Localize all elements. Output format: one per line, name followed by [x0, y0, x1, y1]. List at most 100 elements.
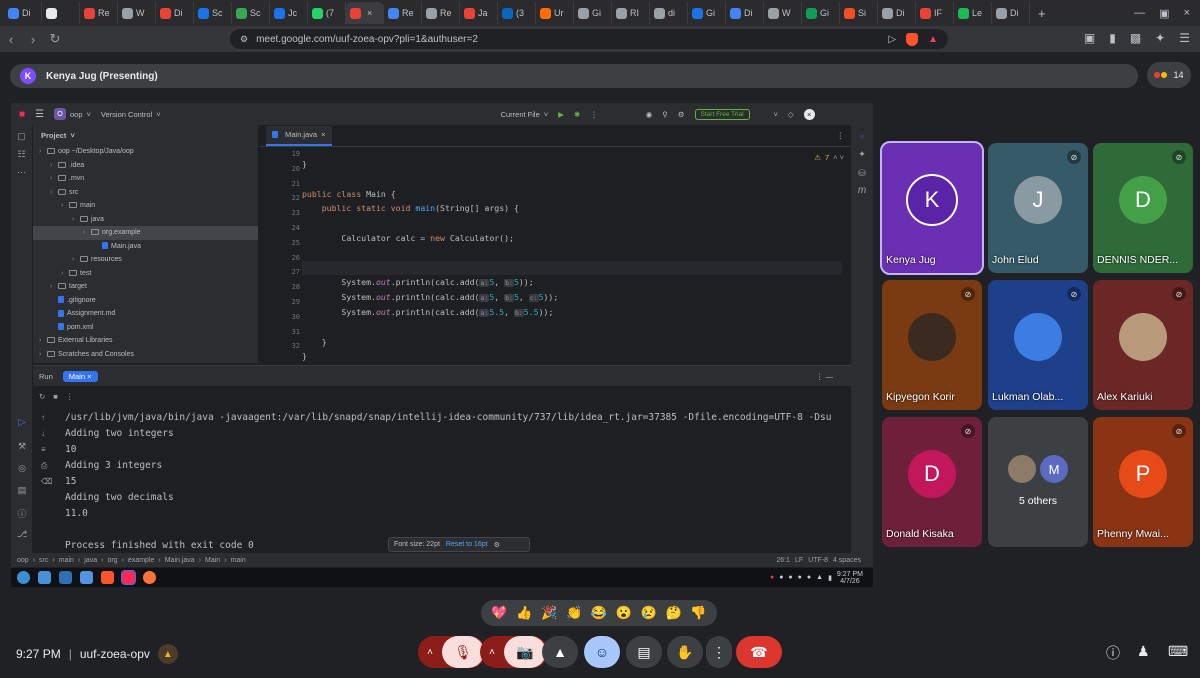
breadcrumb-item[interactable]: main — [231, 557, 246, 564]
reaction-emoji[interactable]: 👏 — [566, 605, 582, 621]
reaction-emoji[interactable]: 😮 — [616, 605, 632, 621]
browser-tab[interactable]: W — [118, 2, 156, 24]
maximize-icon[interactable]: ▣ — [1159, 7, 1169, 20]
tree-item[interactable]: Assignment.md — [33, 307, 258, 321]
tree-item[interactable]: › org.example — [33, 226, 258, 240]
tab-main-java[interactable]: Main.java × — [266, 125, 332, 146]
meeting-info-icon[interactable]: ⓘ — [1106, 643, 1120, 663]
breadcrumb-item[interactable]: oop — [17, 557, 29, 564]
breadcrumb-item[interactable]: java — [84, 557, 97, 564]
files-icon[interactable] — [80, 571, 93, 584]
tree-item[interactable]: › .idea — [33, 159, 258, 173]
chevron-icon[interactable]: › — [39, 348, 47, 362]
participant-tile[interactable]: P Phenny Mwai... ⊘ — [1093, 417, 1193, 547]
browser-tab[interactable]: Di — [156, 2, 194, 24]
reaction-emoji[interactable]: 😢 — [641, 605, 657, 621]
browser-tab[interactable]: Gi — [688, 2, 726, 24]
browser-tab[interactable]: Re — [80, 2, 118, 24]
host-controls-icon[interactable]: ▲ — [157, 644, 178, 664]
run-tab-main[interactable]: Main × — [62, 370, 98, 382]
reaction-emoji[interactable]: 👍 — [516, 605, 532, 621]
browser-tab[interactable]: (3 — [498, 2, 536, 24]
indent-setting[interactable]: 4 spaces — [833, 557, 873, 564]
scroll-up-icon[interactable]: ↑ — [41, 410, 52, 426]
close-tab-icon[interactable]: × — [367, 8, 372, 18]
raise-hand-button[interactable]: ✋ — [667, 636, 703, 668]
tree-item[interactable]: › External Libraries — [33, 334, 258, 348]
settings-gear-icon[interactable]: ⚙ — [678, 110, 685, 119]
participant-tile[interactable]: J John Elud ⊘ — [988, 143, 1088, 273]
browser-tab[interactable]: Gi — [802, 2, 840, 24]
browser-tab[interactable]: (7 — [308, 2, 346, 24]
database-icon[interactable]: ⛁ — [851, 168, 873, 179]
build-tool-icon[interactable]: ⚒ — [11, 441, 33, 452]
browser-tab[interactable]: Di — [726, 2, 764, 24]
browser-tab[interactable]: Si — [840, 2, 878, 24]
breadcrumb-item[interactable]: org — [107, 557, 117, 564]
tree-item[interactable]: Main.java — [33, 240, 258, 254]
new-tab-button[interactable]: + — [1030, 6, 1054, 21]
chevron-icon[interactable]: › — [72, 253, 80, 267]
chevron-icon[interactable]: › — [72, 213, 80, 227]
reset-font-link[interactable]: Reset to 16pt — [446, 541, 488, 548]
console-output[interactable]: /usr/lib/jvm/java/bin/java -javaagent:/v… — [65, 410, 831, 554]
project-selector[interactable]: Ooop ˅ — [54, 108, 91, 120]
participant-tile[interactable]: D DENNIS NDER... ⊘ — [1093, 143, 1193, 273]
people-icon[interactable]: ♟ — [1137, 643, 1150, 660]
launcher-icon[interactable] — [17, 571, 30, 584]
participant-tile[interactable]: M 5 others — [988, 417, 1088, 547]
more-icon[interactable]: ⋮ — [590, 110, 598, 119]
ai-assistant-icon[interactable]: ✦ — [851, 149, 873, 160]
breadcrumb-item[interactable]: Main — [205, 557, 220, 564]
reload-icon[interactable]: ↻ — [44, 31, 66, 47]
soft-wrap-icon[interactable]: ≡ — [41, 442, 52, 458]
code-content[interactable]: } public class Main { public static void … — [302, 147, 842, 363]
tree-item[interactable]: › .mvn — [33, 172, 258, 186]
tree-item[interactable]: .gitignore — [33, 294, 258, 308]
tree-item[interactable]: › resources — [33, 253, 258, 267]
reactions-button[interactable]: ☺ — [584, 636, 620, 668]
breadcrumb-item[interactable]: Main.java — [165, 557, 195, 564]
run-config-selector[interactable]: Current File ˅ — [501, 110, 549, 119]
tree-item[interactable]: › java — [33, 213, 258, 227]
chevron-icon[interactable]: › — [50, 186, 58, 200]
services-tool-icon[interactable]: ◎ — [11, 463, 33, 474]
tree-item[interactable]: › oop ~/Desktop/Java/oop — [33, 145, 258, 159]
forward-icon[interactable]: › — [22, 32, 44, 47]
project-panel-header[interactable]: Project ˅ — [33, 125, 258, 145]
restore-icon[interactable]: ◇ — [788, 110, 794, 119]
browser-tab[interactable]: Ur — [536, 2, 574, 24]
debug-icon[interactable]: ✱ — [574, 110, 580, 119]
video-options-icon[interactable]: ˄ — [480, 647, 504, 658]
address-bar[interactable]: ⚙ meet.google.com/uuf-zoea-opv?pli=1&aut… — [230, 29, 948, 49]
minimize-icon[interactable]: ˅ — [774, 110, 778, 119]
browser-tab[interactable]: Re — [384, 2, 422, 24]
leo-ai-icon[interactable]: ✦ — [1155, 31, 1165, 45]
maven-icon[interactable]: m — [851, 185, 873, 196]
brave-shield-icon[interactable] — [906, 32, 919, 46]
minimize-icon[interactable]: — — [1134, 7, 1145, 20]
captions-button[interactable]: ▤ — [626, 636, 662, 668]
run-panel-options-icon[interactable]: ⋮ — — [816, 372, 851, 381]
trash-icon[interactable]: ⌫ — [41, 474, 52, 490]
breadcrumb-item[interactable]: main — [59, 557, 74, 564]
participant-tile[interactable]: Kipyegon Korir ⊘ — [882, 280, 982, 410]
tree-item[interactable]: › main — [33, 199, 258, 213]
browser-tab[interactable] — [42, 2, 80, 24]
browser-tab[interactable]: di — [650, 2, 688, 24]
scroll-down-icon[interactable]: ↓ — [41, 426, 52, 442]
site-info-icon[interactable]: ⚙ — [240, 34, 248, 45]
breadcrumb-item[interactable]: src — [39, 557, 48, 564]
browser-tab[interactable]: Di — [878, 2, 916, 24]
store-icon[interactable] — [59, 571, 72, 584]
chevron-icon[interactable]: › — [61, 199, 69, 213]
chevron-icon[interactable]: › — [50, 172, 58, 186]
back-icon[interactable]: ‹ — [0, 32, 22, 47]
reaction-emoji[interactable]: 💖 — [491, 605, 507, 621]
tree-item[interactable]: › Scratches and Consoles — [33, 348, 258, 362]
vcs-selector[interactable]: Version Control ˅ — [101, 110, 161, 119]
chevron-icon[interactable]: › — [83, 226, 91, 240]
close-tab-icon[interactable]: × — [321, 130, 325, 139]
browser-tab[interactable]: Gi — [574, 2, 612, 24]
more-options-button[interactable]: ⋮ — [706, 636, 732, 668]
